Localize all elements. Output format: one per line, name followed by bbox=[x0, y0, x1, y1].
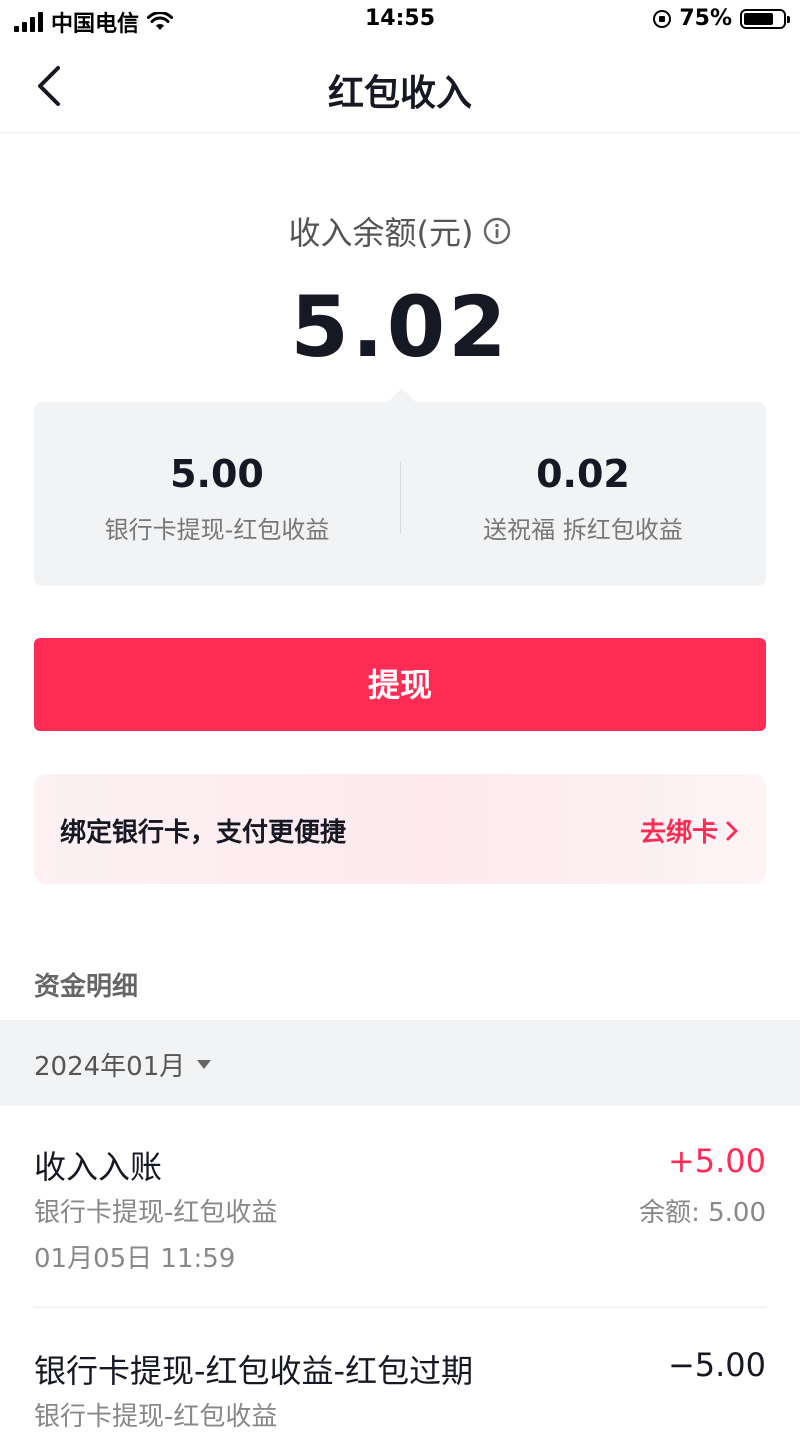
balance-amount: 5.02 bbox=[290, 278, 510, 376]
withdraw-button[interactable]: 提现 bbox=[34, 638, 766, 731]
breakdown-blessing-redpacket[interactable]: 0.02 送祝福 拆红包收益 bbox=[400, 402, 766, 586]
balance-breakdown-card: 5.00 银行卡提现-红包收益 0.02 送祝福 拆红包收益 bbox=[34, 388, 766, 586]
month-filter-label: 2024年01月 bbox=[34, 1052, 186, 1082]
bind-card-banner[interactable]: 绑定银行卡，支付更便捷 去绑卡 bbox=[34, 774, 766, 884]
page-title: 红包收入 bbox=[327, 73, 472, 114]
status-bar: 中国电信 14:55 75% bbox=[0, 0, 800, 40]
bind-card-link-label: 去绑卡 bbox=[639, 818, 718, 848]
battery-percentage: 75% bbox=[679, 6, 732, 31]
month-filter[interactable]: 2024年01月 bbox=[34, 1046, 212, 1083]
battery-icon bbox=[740, 8, 790, 29]
chevron-right-icon bbox=[726, 821, 738, 840]
transaction-subtitle: 银行卡提现-红包收益 bbox=[34, 1198, 278, 1228]
bind-card-link[interactable]: 去绑卡 bbox=[640, 812, 740, 849]
info-icon[interactable] bbox=[483, 217, 511, 245]
transaction-row[interactable]: 收入入账 +5.00 银行卡提现-红包收益 余额: 5.00 01月05日 11… bbox=[34, 1142, 766, 1282]
transaction-balance: 余额: 5.00 bbox=[639, 1198, 766, 1228]
transaction-amount: +5.00 bbox=[667, 1142, 766, 1180]
nav-bar: 红包收入 bbox=[0, 40, 800, 133]
breakdown-value: 0.02 bbox=[536, 452, 630, 496]
list-divider bbox=[34, 1307, 766, 1308]
breakdown-label: 送祝福 拆红包收益 bbox=[483, 516, 683, 544]
transaction-subtitle: 银行卡提现-红包收益 bbox=[34, 1402, 278, 1432]
transaction-title: 银行卡提现-红包收益-红包过期 bbox=[34, 1352, 474, 1390]
transaction-row[interactable]: 银行卡提现-红包收益-红包过期 −5.00 银行卡提现-红包收益 bbox=[34, 1346, 766, 1432]
balance-label: 收入余额(元) bbox=[288, 214, 474, 252]
balance-label-row: 收入余额(元) bbox=[0, 208, 800, 254]
section-title: 资金明细 bbox=[34, 972, 139, 1002]
status-right: 75% bbox=[653, 6, 790, 31]
breakdown-value: 5.00 bbox=[170, 452, 264, 496]
rotation-lock-icon bbox=[653, 9, 672, 28]
breakdown-bank-withdraw[interactable]: 5.00 银行卡提现-红包收益 bbox=[34, 402, 400, 586]
month-filter-bar: 2024年01月 bbox=[0, 1020, 800, 1106]
caret-down-icon bbox=[197, 1060, 212, 1069]
breakdown-label: 银行卡提现-红包收益 bbox=[104, 516, 330, 544]
transaction-amount: −5.00 bbox=[667, 1346, 766, 1384]
bind-card-text: 绑定银行卡，支付更便捷 bbox=[60, 818, 347, 848]
transaction-title: 收入入账 bbox=[34, 1148, 163, 1186]
transaction-time: 01月05日 11:59 bbox=[34, 1244, 236, 1274]
battery-level bbox=[744, 12, 773, 25]
